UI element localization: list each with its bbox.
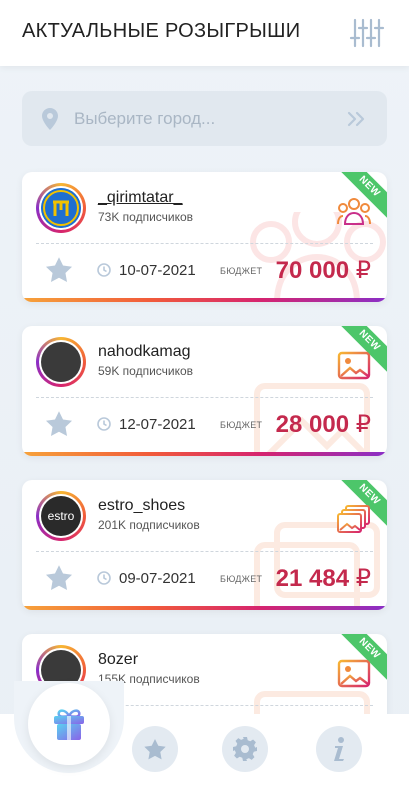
budget-amount: 70 000 ₽ (275, 257, 371, 284)
budget-amount: 21 484 ₽ (275, 565, 371, 592)
image-icon (337, 659, 371, 688)
gradient-bar (22, 298, 387, 302)
info-icon (334, 737, 344, 761)
budget-label: БЮДЖЕТ (220, 266, 263, 276)
city-search-input[interactable] (74, 105, 334, 133)
account-username[interactable]: 8ozer (98, 651, 138, 669)
giveaway-date: 09-07-2021 (119, 570, 196, 587)
city-search[interactable] (22, 91, 387, 146)
account-username[interactable]: estro_shoes (98, 497, 185, 515)
favorite-star-icon[interactable] (44, 256, 74, 284)
tab-giveaways[interactable] (28, 683, 110, 765)
tab-favorites[interactable] (132, 726, 178, 772)
app-header: АКТУАЛЬНЫЕ РОЗЫГРЫШИ (0, 0, 409, 66)
double-chevron-right-icon[interactable] (347, 111, 365, 127)
gear-icon (233, 737, 257, 761)
tamga-emblem-icon (41, 188, 81, 228)
gift-icon (54, 709, 84, 740)
divider (36, 397, 373, 398)
subscriber-count: 201K подписчиков (98, 518, 200, 532)
subscriber-count: 73K подписчиков (98, 210, 194, 224)
favorite-star-icon[interactable] (44, 564, 74, 592)
giveaway-date: 12-07-2021 (119, 416, 196, 433)
avatar[interactable] (36, 183, 86, 233)
budget-amount: 28 000 ₽ (275, 411, 371, 438)
budget-label: БЮДЖЕТ (220, 420, 263, 430)
avatar[interactable] (36, 337, 86, 387)
divider (36, 551, 373, 552)
avatar[interactable]: estro (36, 491, 86, 541)
tab-info[interactable] (316, 726, 362, 772)
clock-icon (97, 571, 111, 585)
gradient-bar (22, 606, 387, 610)
filter-sliders-icon[interactable] (349, 17, 385, 49)
divider (36, 243, 373, 244)
clock-icon (97, 263, 111, 277)
clock-icon (97, 417, 111, 431)
favorite-star-icon[interactable] (44, 410, 74, 438)
avatar-logo-text: estro (47, 509, 75, 523)
giveaway-card[interactable]: NEW estro estro_shoes 201K подписчиков 0… (22, 480, 387, 610)
account-username[interactable]: nahodkamag (98, 343, 191, 361)
location-pin-icon (42, 108, 58, 130)
tab-settings[interactable] (222, 726, 268, 772)
giveaway-card[interactable]: NEW _qirimtatar_ 73K подписчиков 10-07-2… (22, 172, 387, 302)
budget-label: БЮДЖЕТ (220, 574, 263, 584)
people-icon (337, 198, 371, 225)
gallery-icon (337, 505, 370, 533)
image-icon (337, 351, 371, 380)
giveaway-card[interactable]: NEW nahodkamag 59K подписчиков 12-07-202… (22, 326, 387, 456)
subscriber-count: 59K подписчиков (98, 364, 194, 378)
giveaway-date: 10-07-2021 (119, 262, 196, 279)
gradient-bar (22, 452, 387, 456)
page-title: АКТУАЛЬНЫЕ РОЗЫГРЫШИ (22, 20, 301, 42)
star-icon (144, 738, 166, 759)
account-username[interactable]: _qirimtatar_ (98, 189, 182, 207)
